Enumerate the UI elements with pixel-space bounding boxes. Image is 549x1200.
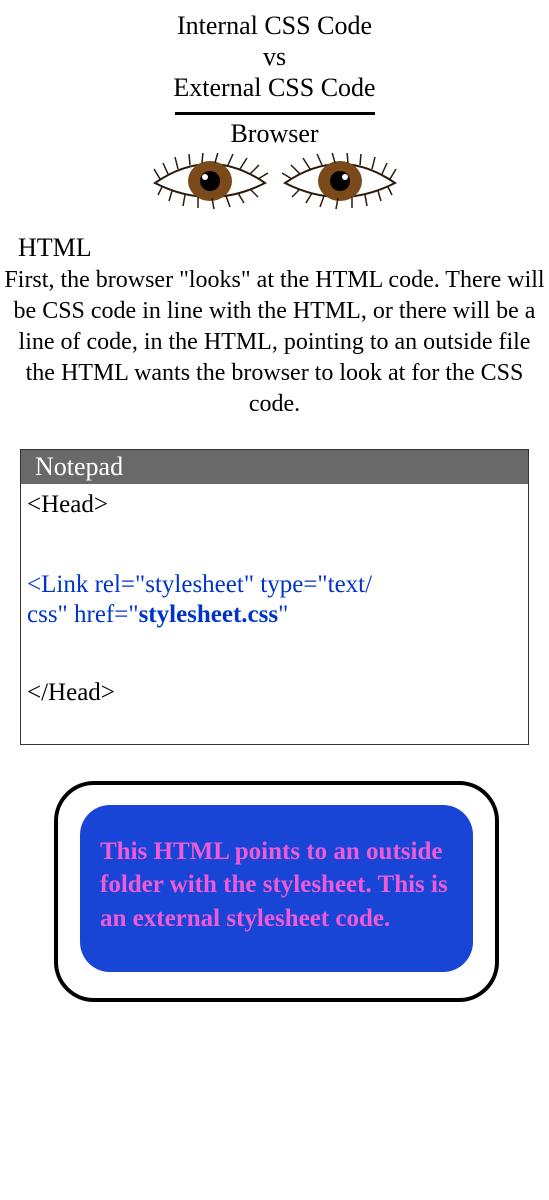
code-link-prefix: css" href=" bbox=[27, 601, 139, 628]
divider-line bbox=[175, 112, 375, 115]
code-head-close: </Head> bbox=[27, 678, 522, 708]
callout-inner: This HTML points to an outside folder wi… bbox=[80, 805, 473, 972]
notepad-body: <Head> <Link rel="stylesheet" type="text… bbox=[21, 484, 528, 744]
title-line-2: vs bbox=[0, 41, 549, 72]
code-head-open: <Head> bbox=[27, 490, 522, 520]
code-gap bbox=[27, 520, 522, 570]
code-link-line-1: <Link rel="stylesheet" type="text/ bbox=[27, 570, 522, 600]
eyes-illustration bbox=[0, 153, 549, 213]
eye-right-icon bbox=[280, 153, 400, 213]
notepad-window: Notepad <Head> <Link rel="stylesheet" ty… bbox=[20, 449, 529, 745]
notepad-titlebar: Notepad bbox=[21, 450, 528, 484]
callout-box: This HTML points to an outside folder wi… bbox=[54, 781, 499, 1002]
description-text: First, the browser "looks" at the HTML c… bbox=[0, 265, 549, 421]
code-link-filename: stylesheet.css bbox=[139, 601, 279, 628]
browser-label: Browser bbox=[0, 119, 549, 149]
html-label: HTML bbox=[0, 233, 549, 263]
title-line-1: Internal CSS Code bbox=[0, 10, 549, 41]
title-section: Internal CSS Code vs External CSS Code B… bbox=[0, 0, 549, 213]
title-line-3: External CSS Code bbox=[0, 72, 549, 103]
code-gap bbox=[27, 630, 522, 678]
code-link-line-2: css" href="stylesheet.css" bbox=[27, 600, 522, 630]
eye-left-icon bbox=[150, 153, 270, 213]
code-link-suffix: " bbox=[278, 601, 288, 628]
callout-text: This HTML points to an outside folder wi… bbox=[100, 835, 453, 936]
